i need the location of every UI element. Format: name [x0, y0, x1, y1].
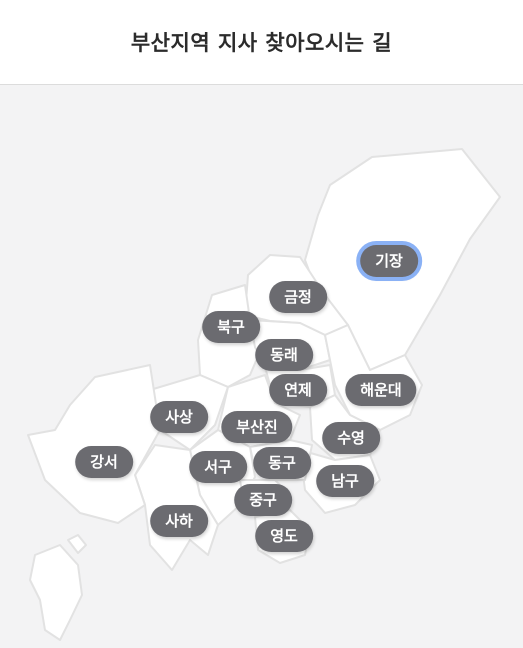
- region-gadeokdo[interactable]: [29, 544, 83, 641]
- district-saha[interactable]: 사하: [150, 505, 208, 537]
- busan-map: 기장 금정 북구 동래 연제 해운대 사상 부산진 수영 강서 서구 동구 남구…: [0, 85, 523, 648]
- district-busanjin[interactable]: 부산진: [221, 411, 293, 443]
- district-suyeong[interactable]: 수영: [322, 422, 380, 454]
- district-haeundae[interactable]: 해운대: [345, 374, 417, 406]
- district-gangseo[interactable]: 강서: [75, 446, 133, 478]
- district-geumjeong[interactable]: 금정: [269, 281, 327, 313]
- district-jung[interactable]: 중구: [234, 484, 292, 516]
- district-yeongdo[interactable]: 영도: [255, 520, 313, 552]
- district-nam[interactable]: 남구: [316, 465, 374, 497]
- district-sasang[interactable]: 사상: [150, 401, 208, 433]
- district-yeonje[interactable]: 연제: [269, 374, 327, 406]
- page-title: 부산지역 지사 찾아오시는 길: [130, 31, 393, 55]
- district-dongrae[interactable]: 동래: [255, 339, 313, 371]
- district-buk[interactable]: 북구: [202, 311, 260, 343]
- district-dong[interactable]: 동구: [253, 447, 311, 479]
- district-seo[interactable]: 서구: [189, 451, 247, 483]
- region-islet: [67, 534, 87, 554]
- region-gangseo[interactable]: [27, 364, 161, 524]
- page-header: 부산지역 지사 찾아오시는 길: [0, 0, 523, 85]
- district-gijang[interactable]: 기장: [360, 245, 418, 277]
